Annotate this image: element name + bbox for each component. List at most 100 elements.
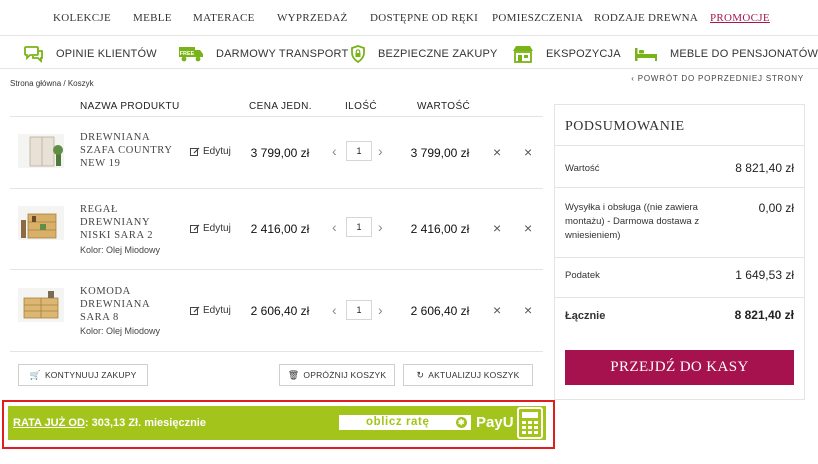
edit-button[interactable]: Edytuj — [190, 305, 231, 316]
feature-zakupy[interactable]: BEZPIECZNE ZAKUPY — [350, 44, 498, 64]
store-icon — [513, 46, 533, 63]
installment-text: RATA JUŻ OD: 303,13 Zł. miesięcznie — [13, 417, 206, 429]
nav-wyprzedaz[interactable]: WYPRZEDAŻ — [277, 12, 348, 24]
header-qty: ILOŚĆ — [345, 101, 378, 112]
product-name[interactable]: REGAŁ DREWNIANY NISKI SARA 2 — [80, 203, 180, 242]
edit-icon — [190, 306, 200, 315]
qty-input[interactable]: 1 — [346, 141, 372, 161]
qty-increase-icon[interactable]: › — [378, 302, 383, 318]
table-row: DREWNIANA SZAFA COUNTRY NEW 19 Edytuj 3 … — [10, 117, 543, 197]
edit-button[interactable]: Edytuj — [190, 223, 231, 234]
unit-price: 2 606,40 zł — [250, 304, 310, 318]
header-unit-price: CENA JEDN. — [249, 101, 312, 112]
product-thumbnail[interactable] — [18, 134, 64, 168]
gear-icon: ✱ — [456, 417, 467, 428]
qty-increase-icon[interactable]: › — [378, 219, 383, 235]
summary-shipping-value: 0,00 zł — [758, 201, 794, 215]
update-cart-label: AKTUALIZUJ KOSZYK — [428, 370, 520, 380]
summary-total-label: Łącznie — [565, 310, 606, 322]
feature-zakupy-label: BEZPIECZNE ZAKUPY — [378, 48, 498, 60]
edit-button[interactable]: Edytuj — [190, 146, 231, 157]
feature-ekspozycja-label: EKSPOZYCJA — [546, 48, 621, 60]
update-cart-button[interactable]: ↻ AKTUALIZUJ KOSZYK — [403, 364, 533, 386]
product-name[interactable]: DREWNIANA SZAFA COUNTRY NEW 19 — [80, 131, 180, 170]
summary-divider — [555, 187, 804, 188]
nav-kolekcje[interactable]: KOLEKCJE — [53, 12, 111, 24]
close-icon[interactable]: × — [524, 302, 532, 318]
nav-materace[interactable]: MATERACE — [193, 12, 255, 24]
refresh-icon: ↻ — [416, 369, 425, 380]
shelf-image — [18, 206, 64, 240]
qty-decrease-icon[interactable]: ‹ — [332, 302, 337, 318]
calculator-icon — [517, 407, 543, 439]
summary-value: 8 821,40 zł — [735, 161, 794, 175]
breadcrumb[interactable]: Strona główna / Koszyk — [10, 79, 94, 88]
summary-divider — [555, 297, 804, 298]
shield-icon — [351, 45, 365, 63]
summary-tax-value: 1 649,53 zł — [735, 268, 794, 282]
payu-logo: PayU — [476, 414, 514, 431]
back-link[interactable]: ‹ POWRÓT DO POPRZEDNIEJ STRONY — [631, 74, 804, 83]
row-value: 2 416,00 zł — [410, 222, 470, 236]
calculate-installment-label: oblicz ratę — [366, 416, 430, 428]
header-value: WARTOŚĆ — [417, 101, 471, 112]
summary-total-value: 8 821,40 zł — [734, 308, 794, 322]
product-thumbnail[interactable] — [18, 288, 64, 322]
summary-title: PODSUMOWANIE — [565, 119, 685, 134]
unit-price: 2 416,00 zł — [250, 222, 310, 236]
edit-label: Edytuj — [203, 305, 231, 316]
row-value: 2 606,40 zł — [410, 304, 470, 318]
close-icon[interactable]: × — [524, 144, 532, 160]
nav-meble[interactable]: MEBLE — [133, 12, 172, 24]
feature-transport[interactable]: FREE DARMOWY TRANSPORT — [178, 44, 348, 64]
wardrobe-image — [18, 134, 64, 168]
truck-badge-text: FREE — [180, 51, 195, 57]
nav-promocje[interactable]: PROMOCJE — [710, 12, 770, 24]
remove-icon[interactable]: × — [493, 144, 501, 160]
nav-dostepne-od-reki[interactable]: DOSTĘPNE OD RĘKI — [370, 12, 478, 24]
quantity-stepper: ‹ 1 › — [330, 217, 390, 237]
product-name[interactable]: KOMODA DREWNIANA SARA 8 — [80, 285, 180, 324]
continue-shopping-button[interactable]: 🛒 KONTYNUUJ ZAKUPY — [18, 364, 148, 386]
table-row: REGAŁ DREWNIANY NISKI SARA 2 Kolor: Olej… — [10, 189, 543, 269]
main-navigation: KOLEKCJE MEBLE MATERACE WYPRZEDAŻ DOSTĘP… — [0, 0, 818, 36]
close-icon[interactable]: × — [524, 220, 532, 236]
installment-amount: : 303,13 Zł. miesięcznie — [84, 417, 206, 429]
edit-icon — [190, 147, 200, 156]
summary-tax-label: Podatek — [565, 270, 600, 281]
feature-pensjonaty[interactable]: MEBLE DO PENSJONATÓW — [634, 44, 818, 64]
nav-rodzaje-drewna[interactable]: RODZAJE DREWNA — [594, 12, 698, 24]
summary-shipping-label: Wysyłka i obsługa ((nie zawiera montażu)… — [565, 202, 700, 241]
edit-icon — [190, 224, 200, 233]
qty-decrease-icon[interactable]: ‹ — [332, 219, 337, 235]
bed-icon — [635, 48, 657, 61]
empty-cart-label: OPRÓŻNIJ KOSZYK — [303, 370, 387, 380]
empty-cart-button[interactable]: 🗑 OPRÓŻNIJ KOSZYK — [279, 364, 395, 386]
row-value: 3 799,00 zł — [410, 146, 470, 160]
row-divider — [10, 351, 543, 352]
qty-input[interactable]: 1 — [346, 300, 372, 320]
checkout-button[interactable]: PRZEJDŹ DO KASY — [565, 350, 794, 385]
nav-pomieszczenia[interactable]: POMIESZCZENIA — [492, 12, 583, 24]
unit-price: 3 799,00 zł — [250, 146, 310, 160]
remove-icon[interactable]: × — [493, 302, 501, 318]
remove-icon[interactable]: × — [493, 220, 501, 236]
features-bar: OPINIE KLIENTÓW FREE DARMOWY TRANSPORT B… — [0, 37, 818, 69]
chat-bubbles-icon — [24, 46, 43, 63]
qty-increase-icon[interactable]: › — [378, 143, 383, 159]
free-truck-icon: FREE — [179, 47, 203, 62]
edit-label: Edytuj — [203, 146, 231, 157]
edit-label: Edytuj — [203, 223, 231, 234]
summary-divider — [555, 145, 804, 146]
product-variant: Kolor: Olej Miodowy — [80, 245, 161, 255]
qty-input[interactable]: 1 — [346, 217, 372, 237]
calculate-installment-button[interactable]: oblicz ratę ✱ — [339, 415, 471, 430]
product-variant: Kolor: Olej Miodowy — [80, 326, 161, 336]
feature-ekspozycja[interactable]: EKSPOZYCJA — [512, 44, 621, 64]
feature-opinie[interactable]: OPINIE KLIENTÓW — [24, 44, 157, 64]
product-thumbnail[interactable] — [18, 206, 64, 240]
installment-link[interactable]: RATA JUŻ OD — [13, 417, 85, 429]
continue-shopping-label: KONTYNUUJ ZAKUPY — [44, 370, 137, 380]
qty-decrease-icon[interactable]: ‹ — [332, 143, 337, 159]
trash-icon: 🗑 — [287, 369, 300, 380]
